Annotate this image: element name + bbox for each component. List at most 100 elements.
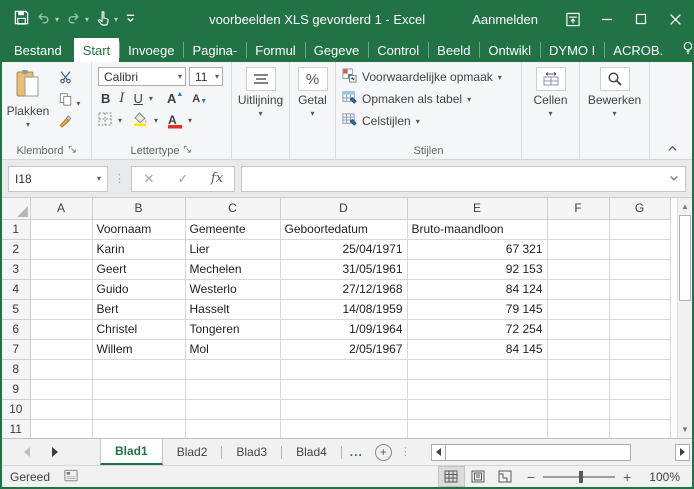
tab-invoege[interactable]: Invoege (119, 38, 183, 62)
page-layout-view-button[interactable] (465, 466, 492, 487)
new-sheet-button[interactable]: + (374, 443, 392, 461)
cell-F1[interactable] (547, 219, 610, 240)
cell-E8[interactable] (407, 359, 548, 380)
tab-gegeve[interactable]: Gegeve (304, 38, 369, 62)
row-header-4[interactable]: 4 (2, 279, 31, 300)
underline-button[interactable]: U (131, 91, 146, 106)
cell-C2[interactable]: Lier (185, 239, 281, 260)
fill-color-dropdown-icon[interactable]: ▾ (154, 116, 158, 125)
sign-in-button[interactable]: Aanmelden (472, 12, 538, 27)
tab-control[interactable]: Control (368, 38, 428, 62)
cell-A7[interactable] (30, 339, 93, 360)
zoom-slider[interactable] (543, 470, 616, 483)
save-icon[interactable] (14, 10, 29, 28)
tab-start[interactable]: Start (73, 38, 120, 62)
cell-B6[interactable]: Christel (92, 319, 186, 340)
insert-function-icon[interactable]: fx (200, 171, 234, 186)
minimize-button[interactable] (590, 0, 624, 38)
cell-D4[interactable]: 27/12/1968 (280, 279, 408, 300)
cell-G8[interactable] (609, 359, 671, 380)
touch-mode-dropdown-icon[interactable]: ▾ (114, 15, 118, 24)
cell-G5[interactable] (609, 299, 671, 320)
font-dialog-launcher-icon[interactable] (183, 145, 192, 157)
collapse-ribbon-icon[interactable] (667, 144, 678, 155)
page-break-preview-button[interactable] (492, 466, 519, 487)
cell-C7[interactable]: Mol (185, 339, 281, 360)
cell-F7[interactable] (547, 339, 610, 360)
cell-C1[interactable]: Gemeente (185, 219, 281, 240)
row-header-10[interactable]: 10 (2, 399, 31, 420)
cell-C4[interactable]: Westerlo (185, 279, 281, 300)
tab-formul[interactable]: Formul (246, 38, 304, 62)
cell-F6[interactable] (547, 319, 610, 340)
row-header-8[interactable]: 8 (2, 359, 31, 380)
name-box-dropdown-icon[interactable]: ▾ (97, 174, 101, 183)
sheet-tab-blad4[interactable]: Blad4 (282, 439, 341, 465)
ribbon-display-options-icon[interactable] (556, 0, 590, 38)
column-header-E[interactable]: E (407, 198, 548, 220)
vertical-scroll-thumb[interactable] (679, 215, 691, 301)
cell-F4[interactable] (547, 279, 610, 300)
cell-G9[interactable] (609, 379, 671, 400)
scroll-up-icon[interactable]: ▲ (678, 198, 692, 215)
cell-F8[interactable] (547, 359, 610, 380)
cell-E1[interactable]: Bruto-maandloon (407, 219, 548, 240)
format-painter-icon[interactable] (58, 114, 80, 131)
clipboard-dialog-launcher-icon[interactable] (68, 145, 77, 157)
cell-G6[interactable] (609, 319, 671, 340)
cell-B4[interactable]: Guido (92, 279, 186, 300)
cell-B1[interactable]: Voornaam (92, 219, 186, 240)
format-as-table-button[interactable]: Opmaken als tabel ▾ (336, 87, 521, 109)
column-header-F[interactable]: F (547, 198, 610, 220)
column-header-B[interactable]: B (92, 198, 186, 220)
cell-A8[interactable] (30, 359, 93, 380)
cancel-icon[interactable]: ✕ (132, 171, 166, 187)
row-header-7[interactable]: 7 (2, 339, 31, 360)
cell-G4[interactable] (609, 279, 671, 300)
cell-A2[interactable] (30, 239, 93, 260)
zoom-slider-thumb[interactable] (579, 470, 584, 483)
cell-A11[interactable] (30, 419, 93, 438)
cell-C6[interactable]: Tongeren (185, 319, 281, 340)
vertical-scrollbar[interactable]: ▲ ▼ (677, 198, 692, 438)
font-size-select[interactable]: 11 ▾ (189, 67, 223, 86)
next-sheet-icon[interactable] (52, 447, 58, 457)
cell-C3[interactable]: Mechelen (185, 259, 281, 280)
cell-C8[interactable] (185, 359, 281, 380)
cell-A3[interactable] (30, 259, 93, 280)
column-header-C[interactable]: C (185, 198, 281, 220)
cell-E7[interactable]: 84 145 (407, 339, 548, 360)
zoom-level[interactable]: 100% (639, 470, 692, 484)
font-name-select[interactable]: Calibri ▾ (98, 67, 186, 86)
normal-view-button[interactable] (437, 466, 465, 487)
cell-B11[interactable] (92, 419, 186, 438)
cell-A10[interactable] (30, 399, 93, 420)
close-button[interactable] (658, 0, 692, 38)
cell-A6[interactable] (30, 319, 93, 340)
tab-pagina[interactable]: Pagina- (183, 38, 246, 62)
fill-color-icon[interactable] (132, 112, 148, 129)
tab-dymo-i[interactable]: DYMO I (540, 38, 604, 62)
cell-D1[interactable]: Geboortedatum (280, 219, 408, 240)
increase-font-size-button[interactable]: A▲ (164, 91, 186, 106)
cell-D6[interactable]: 1/09/1964 (280, 319, 408, 340)
cell-F5[interactable] (547, 299, 610, 320)
redo-dropdown-icon[interactable]: ▾ (85, 15, 89, 24)
horizontal-scroll-thumb[interactable] (446, 443, 631, 461)
cell-B10[interactable] (92, 399, 186, 420)
decrease-font-size-button[interactable]: A▼ (189, 93, 210, 105)
maximize-button[interactable] (624, 0, 658, 38)
cell-D10[interactable] (280, 399, 408, 420)
horizontal-scrollbar[interactable] (431, 439, 692, 465)
cell-E3[interactable]: 92 153 (407, 259, 548, 280)
cell-A1[interactable] (30, 219, 93, 240)
cell-E10[interactable] (407, 399, 548, 420)
zoom-out-button[interactable]: − (519, 469, 543, 485)
row-header-5[interactable]: 5 (2, 299, 31, 320)
row-header-11[interactable]: 11 (2, 419, 31, 438)
cell-D7[interactable]: 2/05/1967 (280, 339, 408, 360)
cell-B3[interactable]: Geert (92, 259, 186, 280)
bold-button[interactable]: B (98, 91, 113, 106)
cell-D9[interactable] (280, 379, 408, 400)
tab-beeld[interactable]: Beeld (428, 38, 479, 62)
